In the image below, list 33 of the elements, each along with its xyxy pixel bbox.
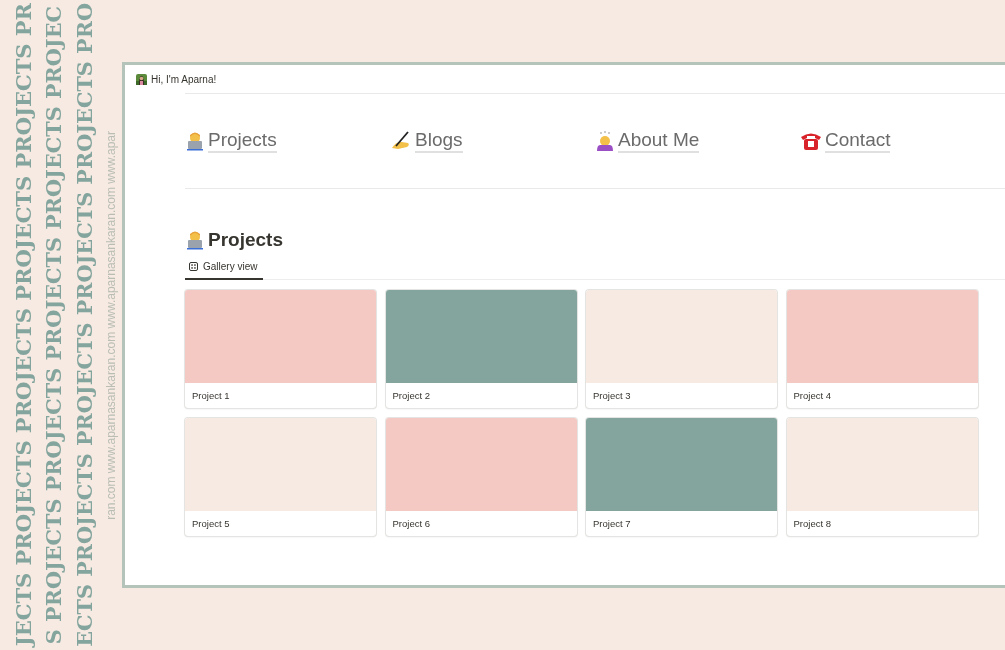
card-title: Project 8: [792, 517, 832, 531]
card-title: Project 4: [792, 389, 832, 403]
gallery-card[interactable]: Project 2: [385, 290, 577, 408]
nav-link[interactable]: About Me: [618, 129, 700, 153]
person-with-laptop-icon: [185, 131, 205, 151]
gallery-card[interactable]: Project 7: [586, 418, 777, 536]
card-title: Project 6: [391, 517, 431, 531]
card-title: Project 7: [592, 517, 632, 531]
decorative-text: JECTS PROJECTS PROJECTS PROJECTS PROJECTS PR: [12, 3, 34, 647]
person-with-laptop-icon: [185, 230, 205, 250]
telephone-icon: [800, 131, 822, 151]
card-title: Project 5: [191, 517, 231, 531]
grid-icon: [189, 262, 198, 271]
decorative-text: S PROJECTS PROJECTS PROJECTS PROJECTS PROJEC: [44, 5, 65, 645]
writing-hand-icon: [390, 131, 412, 151]
card-title: Project 1: [191, 389, 231, 403]
gallery-card[interactable]: Project 5: [185, 418, 376, 536]
nav-link[interactable]: Projects: [208, 129, 277, 153]
website-text: ran.com www.aparnasankaran.com www.aparnasankaran.com www.apar: [105, 130, 118, 520]
gallery-card[interactable]: Project 4: [786, 290, 978, 408]
decorative-text: ECTS PROJECTS PROJECTS PROJECTS PROJECTS PRO: [74, 3, 96, 647]
card-title: Project 2: [391, 389, 431, 403]
card-title: Project 3: [592, 389, 632, 403]
gallery-card[interactable]: Project 8: [786, 418, 978, 536]
view-tab[interactable]: Gallery view: [185, 261, 264, 280]
nav-link[interactable]: Blogs: [415, 129, 463, 153]
section-title: Projects: [208, 229, 283, 251]
nav-link[interactable]: Contact: [825, 129, 891, 153]
gallery-card[interactable]: Project 6: [385, 418, 577, 536]
bowing-person-icon: [595, 130, 615, 152]
gallery-card[interactable]: Project 3: [586, 290, 777, 408]
gallery-card[interactable]: Project 1: [185, 290, 376, 408]
greeting-text: Hi, I'm Aparna!: [151, 73, 217, 85]
